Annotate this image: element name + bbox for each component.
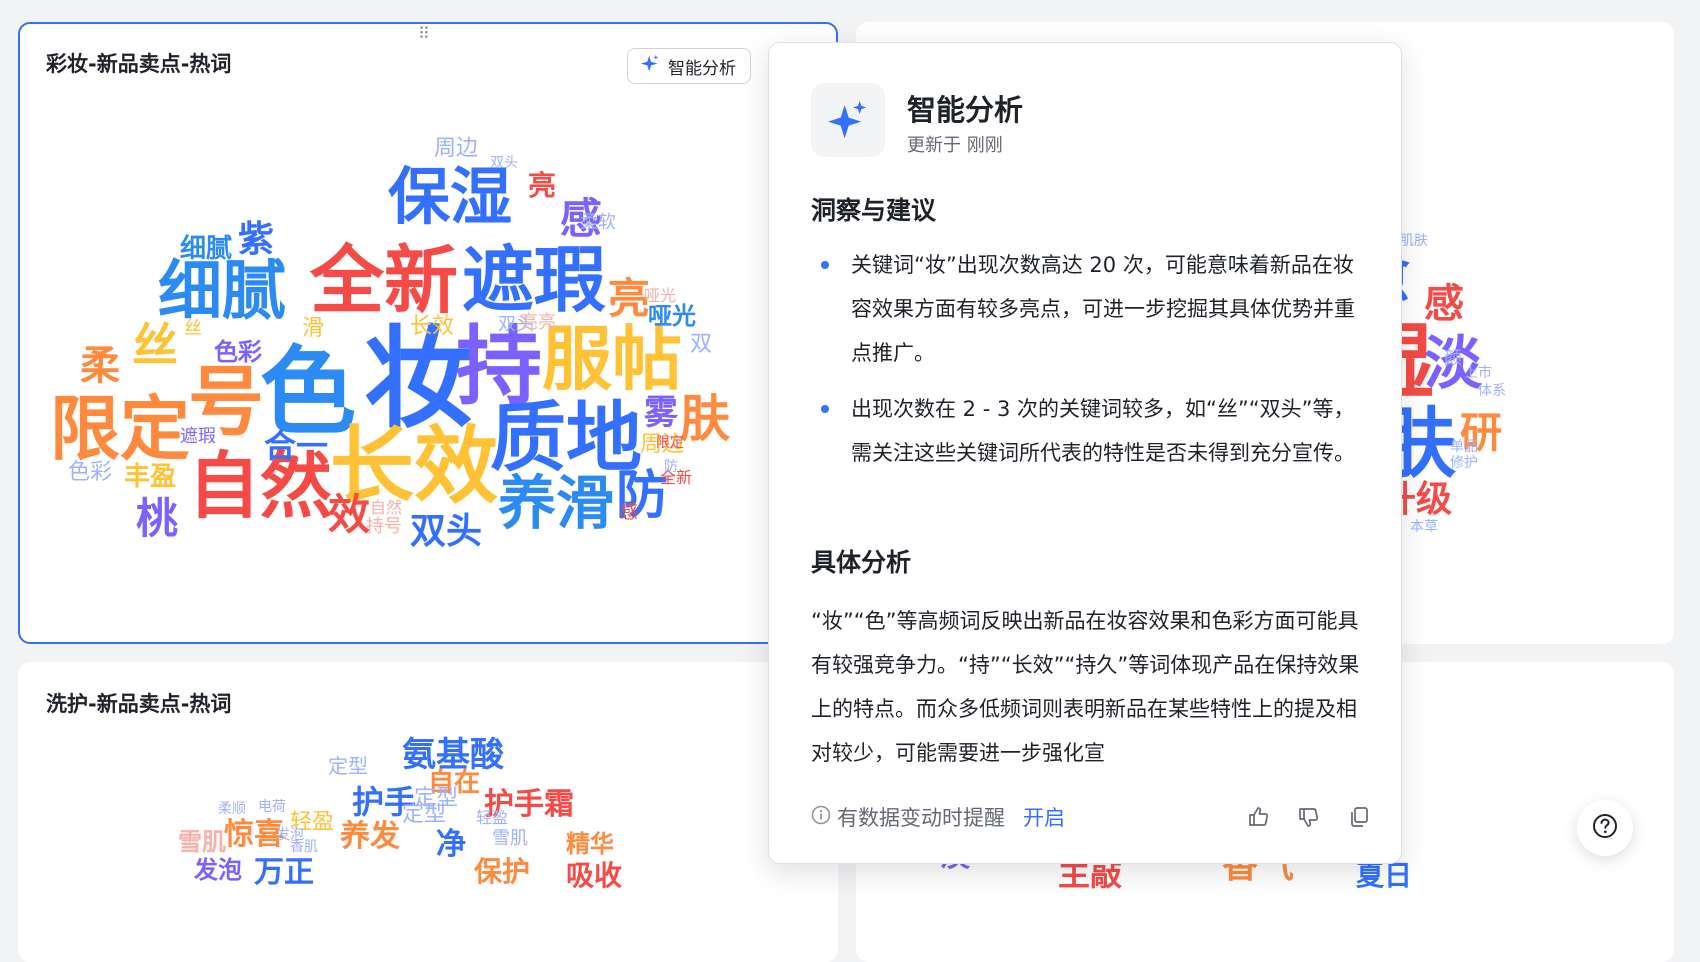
- wordcloud-word: 质地: [490, 393, 642, 482]
- wordcloud-word: 合一: [264, 427, 329, 465]
- insights-heading: 洞察与建议: [811, 196, 937, 225]
- thumbs-down-icon[interactable]: [1297, 805, 1321, 829]
- wordcloud-word: 丰盈: [124, 462, 177, 492]
- wordcloud-word: 丝: [184, 318, 202, 339]
- wordcloud-word: 精华: [566, 830, 614, 858]
- popover-title: 智能分析: [907, 93, 1024, 127]
- insights-list: 关键词“妆”出现次数高达 20 次，可能意味着新品在妆容效果方面有较多亮点，可进…: [811, 243, 1371, 487]
- wordcloud-word: 惊喜: [224, 817, 284, 852]
- info-icon: [811, 805, 831, 830]
- wordcloud-word: 自然: [370, 498, 403, 517]
- sparkle-icon: [811, 83, 885, 157]
- wordcloud-word: 保护: [474, 855, 531, 888]
- wordcloud-word: 感: [620, 502, 638, 523]
- popover-updated-time: 更新于 刚刚: [907, 135, 1003, 156]
- wordcloud-word: 双头: [490, 155, 518, 171]
- wordcloud-word: 效: [328, 490, 371, 539]
- wordcloud-word: 限定: [50, 388, 190, 470]
- enable-reminder-link[interactable]: 开启: [1023, 802, 1065, 832]
- wordcloud-word: 哑光: [648, 302, 696, 330]
- wordcloud-word: 体系: [1478, 383, 1506, 399]
- wordcloud-word: 定型: [328, 754, 368, 778]
- wordcloud-word: 养发: [340, 819, 400, 854]
- wordcloud-word: 颜: [1444, 348, 1462, 369]
- wordcloud-word: 上市: [1464, 365, 1492, 381]
- wordcloud-word: 肌肤: [1400, 233, 1428, 249]
- makeup-wordcloud-card[interactable]: ⠿ 彩妆-新品卖点-热词 智能分析 妆色持全新 遮瑕 服帖 保湿 细腻 限定号长效 质地 自然…: [18, 22, 838, 644]
- wordcloud-word: 养滑: [498, 469, 615, 537]
- wordcloud-word: 色彩: [68, 460, 113, 485]
- wordcloud-word: 双头: [410, 511, 483, 552]
- wordcloud-word: 防: [664, 459, 678, 475]
- wordcloud-word: 定型: [414, 786, 459, 811]
- wordcloud-word: 亮: [528, 169, 557, 202]
- help-button[interactable]: [1577, 800, 1633, 856]
- wordcloud-word: 遮瑕: [180, 426, 216, 447]
- list-item: 关键词“妆”出现次数高达 20 次，可能意味着新品在妆容效果方面有较多亮点，可进…: [811, 243, 1371, 375]
- wordcloud-word: 遮瑕: [462, 238, 607, 322]
- wordcloud-word: 本草: [1410, 519, 1438, 535]
- wordcloud-word: 发泡: [194, 856, 242, 884]
- data-change-notice: 有数据变动时提醒: [837, 806, 1005, 830]
- wordcloud-word: 雪肌: [178, 828, 226, 856]
- wordcloud-word: 吸收: [566, 859, 623, 892]
- makeup-wordcloud: 妆色持全新 遮瑕 服帖 保湿 细腻 限定号长效 质地 自然 养滑防双头效桃丝柔紫感亮雾哑光 色彩合…: [20, 24, 836, 642]
- wordcloud-word: 丝: [132, 318, 178, 372]
- wordcloud-word: 氨基酸: [402, 735, 504, 775]
- wordcloud-word: 感: [1424, 281, 1464, 327]
- smart-analysis-popover: 智能分析 更新于 刚刚 洞察与建议 关键词“妆”出现次数高达 20 次，可能意味…: [768, 42, 1402, 864]
- wordcloud-word: 修护: [1450, 455, 1478, 471]
- wordcloud-word: 哑光: [644, 286, 677, 305]
- wordcloud-word: 长效: [410, 314, 455, 339]
- wordcloud-word: 净: [436, 827, 466, 862]
- wordcloud-word: 柔: [80, 343, 120, 389]
- wordcloud-word: 色彩: [214, 338, 262, 366]
- wordcloud-word: 限定: [656, 435, 684, 451]
- wordcloud-word: 发泡: [276, 827, 304, 843]
- wordcloud-word: 雾: [644, 393, 678, 433]
- copy-icon[interactable]: [1347, 805, 1371, 829]
- wordcloud-word: 单品: [1450, 439, 1478, 455]
- wordcloud-word: 持号: [366, 516, 402, 537]
- wordcloud-word: 滑: [302, 316, 325, 341]
- analysis-text: “妆”“色”等高频词反映出新品在妆容效果和色彩方面可能具有较强竞争力。“持”“长…: [811, 609, 1360, 765]
- wordcloud-word: 雪肌: [492, 828, 528, 849]
- list-item: 出现次数在 2 - 3 次的关键词较多，如“丝”“双头”等，需关注这些关键词所代…: [811, 387, 1371, 475]
- cleansing-wordcloud-card[interactable]: 洗护-新品卖点-热词 氨基酸 护手 护手霜 惊喜 养发净自在 定型 定型 轻盈 雪肌 精华 定型 保护…: [18, 662, 838, 962]
- wordcloud-word: 柔顺: [218, 801, 246, 817]
- cleansing-wordcloud: 氨基酸 护手 护手霜 惊喜 养发净自在 定型 定型 轻盈 雪肌 精华 定型 保护 吸收 万正 发泡 雪肌 轻盈电…: [18, 662, 838, 962]
- wordcloud-word: 服帖: [542, 318, 682, 400]
- wordcloud-word: 万正: [254, 855, 314, 890]
- wordcloud-word: 亮亮: [520, 312, 556, 333]
- help-icon: [1592, 813, 1618, 843]
- wordcloud-word: 紫: [238, 219, 275, 260]
- wordcloud-word: 保湿: [388, 160, 513, 233]
- thumbs-up-icon[interactable]: [1247, 805, 1271, 829]
- wordcloud-word: 轻盈: [476, 808, 509, 827]
- wordcloud-word: 细腻: [180, 234, 233, 264]
- wordcloud-word: 电荷: [258, 799, 286, 815]
- wordcloud-word: 柔软: [580, 212, 616, 233]
- analysis-heading: 具体分析: [811, 548, 912, 577]
- wordcloud-word: 夏日: [1356, 859, 1413, 892]
- wordcloud-word: 肤: [680, 390, 730, 448]
- wordcloud-word: 全新: [310, 238, 458, 324]
- wordcloud-word: 周边: [434, 136, 479, 161]
- popover-footer: 有数据变动时提醒 开启: [811, 799, 1371, 835]
- wordcloud-word: 桃: [136, 494, 179, 543]
- wordcloud-word: 双: [690, 332, 713, 357]
- wordcloud-word: 细腻: [158, 255, 286, 329]
